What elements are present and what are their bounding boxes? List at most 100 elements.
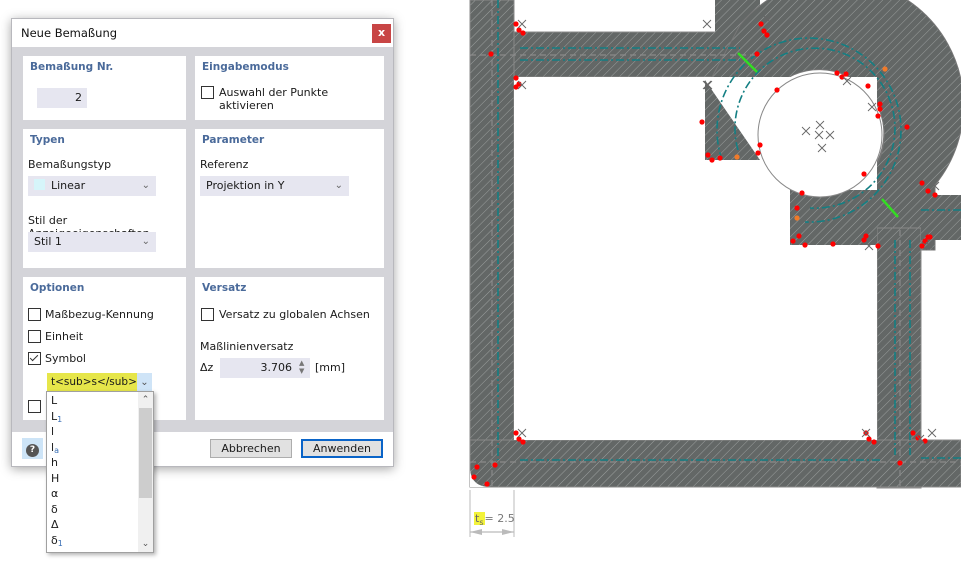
node-point[interactable] [897,460,903,466]
symbol-checkbox[interactable] [28,352,41,365]
unit-label: Einheit [45,330,84,343]
node-point[interactable] [922,438,928,444]
symbol-select[interactable]: t<sub>s</sub> ⌄ [47,373,152,392]
node-point[interactable] [875,113,881,119]
node-point[interactable] [796,233,802,239]
symbol-option[interactable]: L [51,394,57,407]
panel-types: Typen Bemaßungstyp Linear ⌄ Stil der Anz… [23,129,186,268]
scroll-up-icon[interactable]: ⌃ [138,393,153,407]
help-icon: ? [26,444,39,457]
node-point[interactable] [794,205,800,211]
node-point[interactable] [513,430,519,436]
node-point[interactable] [861,171,867,177]
node-point[interactable] [843,71,849,77]
node-point[interactable] [866,436,872,442]
close-button[interactable]: x [372,24,391,43]
section-member-bottom[interactable] [469,439,961,488]
node-point[interactable] [802,242,808,248]
spinner-icon[interactable]: ▲ ▼ [299,359,304,375]
dimension-reference-id-checkbox[interactable] [28,308,41,321]
node-point-orange[interactable] [882,66,888,72]
node-point[interactable] [915,435,921,441]
node-point[interactable] [877,106,883,112]
node-point[interactable] [861,237,867,243]
scroll-down-icon[interactable]: ⌄ [138,537,153,551]
node-point[interactable] [755,150,761,156]
node-point[interactable] [932,192,938,198]
node-point[interactable] [513,84,519,90]
symbol-option[interactable]: α [51,487,58,500]
node-point[interactable] [865,83,871,89]
node-point[interactable] [875,243,881,249]
node-point[interactable] [799,190,805,196]
node-point[interactable] [925,188,931,194]
node-point[interactable] [699,119,705,125]
node-point[interactable] [910,430,916,436]
node-point-orange[interactable] [794,215,800,221]
cross-section[interactable] [469,0,961,489]
scrollbar-thumb[interactable] [139,408,152,498]
node-point[interactable] [484,481,490,487]
select-points-label: Auswahl der Punkte aktivieren [219,86,329,112]
node-point[interactable] [488,51,494,57]
reference-select[interactable]: Projektion in Y ⌄ [200,176,349,196]
node-point[interactable] [758,21,764,27]
symbol-option[interactable]: la [51,441,59,455]
dimension-type-select[interactable]: Linear ⌄ [28,176,156,196]
node-point[interactable] [834,70,840,76]
symbol-select-value[interactable]: t<sub>s</sub> [47,373,137,392]
panel-offset-title: Versatz [202,282,247,294]
symbol-option[interactable]: δ1 [51,534,63,548]
apply-button[interactable]: Anwenden [301,439,383,458]
symbol-option[interactable]: l [51,425,54,438]
node-point[interactable] [919,243,925,249]
dimension-number-field[interactable]: 2 [37,88,87,108]
node-point[interactable] [757,142,763,148]
node-point[interactable] [474,464,480,470]
node-point[interactable] [871,439,877,445]
node-point[interactable] [764,32,770,38]
node-point[interactable] [709,157,715,163]
help-button[interactable]: ? [22,438,43,459]
dialog-titlebar[interactable]: Neue Bemaßung x [12,19,393,47]
node-point[interactable] [790,238,796,244]
node-point[interactable] [925,234,931,240]
node-point[interactable] [520,439,526,445]
node-point[interactable] [513,75,519,81]
node-point[interactable] [754,51,760,57]
symbol-option[interactable]: H [51,472,59,485]
symbol-dropdown-list[interactable]: L L1 l la h Hα δ Δδ1 ⌃ ⌄ [46,391,154,553]
node-point[interactable] [830,241,836,247]
cancel-button[interactable]: Abbrechen [210,439,292,458]
node-point[interactable] [717,155,723,161]
select-points-checkbox[interactable] [201,86,214,99]
node-point[interactable] [919,180,925,186]
symbol-option[interactable]: δ [51,503,58,516]
node-point[interactable] [513,21,519,27]
node-point[interactable] [877,101,883,107]
delta-z-label: Δz [200,361,214,374]
panel-number-title: Bemaßung Nr. [30,61,114,73]
chevron-down-icon[interactable]: ⌄ [137,373,152,392]
fourth-option-checkbox[interactable] [28,400,41,413]
unit-checkbox[interactable] [28,330,41,343]
dropdown-scrollbar[interactable]: ⌃ ⌄ [138,392,153,552]
line-offset-label: Maßlinienversatz [200,340,294,353]
node-point[interactable] [520,30,526,36]
node-point[interactable] [904,124,910,130]
global-axes-offset-checkbox[interactable] [201,308,214,321]
x-marker-icon [517,19,527,29]
node-point-orange[interactable] [734,154,740,160]
display-style-select[interactable]: Stil 1 ⌄ [28,232,156,252]
node-point[interactable] [492,462,498,468]
symbol-option[interactable]: Δ [51,518,59,531]
node-point[interactable] [471,474,477,480]
section-member-right-flange[interactable] [921,195,961,240]
panel-input-mode: Eingabemodus Auswahl der Punkte aktivier… [195,56,384,120]
node-point[interactable] [774,87,780,93]
delta-z-input[interactable]: 3.706 [220,358,310,378]
dimension-label[interactable]: ts= 2.5 [474,512,515,527]
symbol-option[interactable]: L1 [51,410,62,424]
node-point[interactable] [705,152,711,158]
symbol-option[interactable]: h [51,456,58,469]
